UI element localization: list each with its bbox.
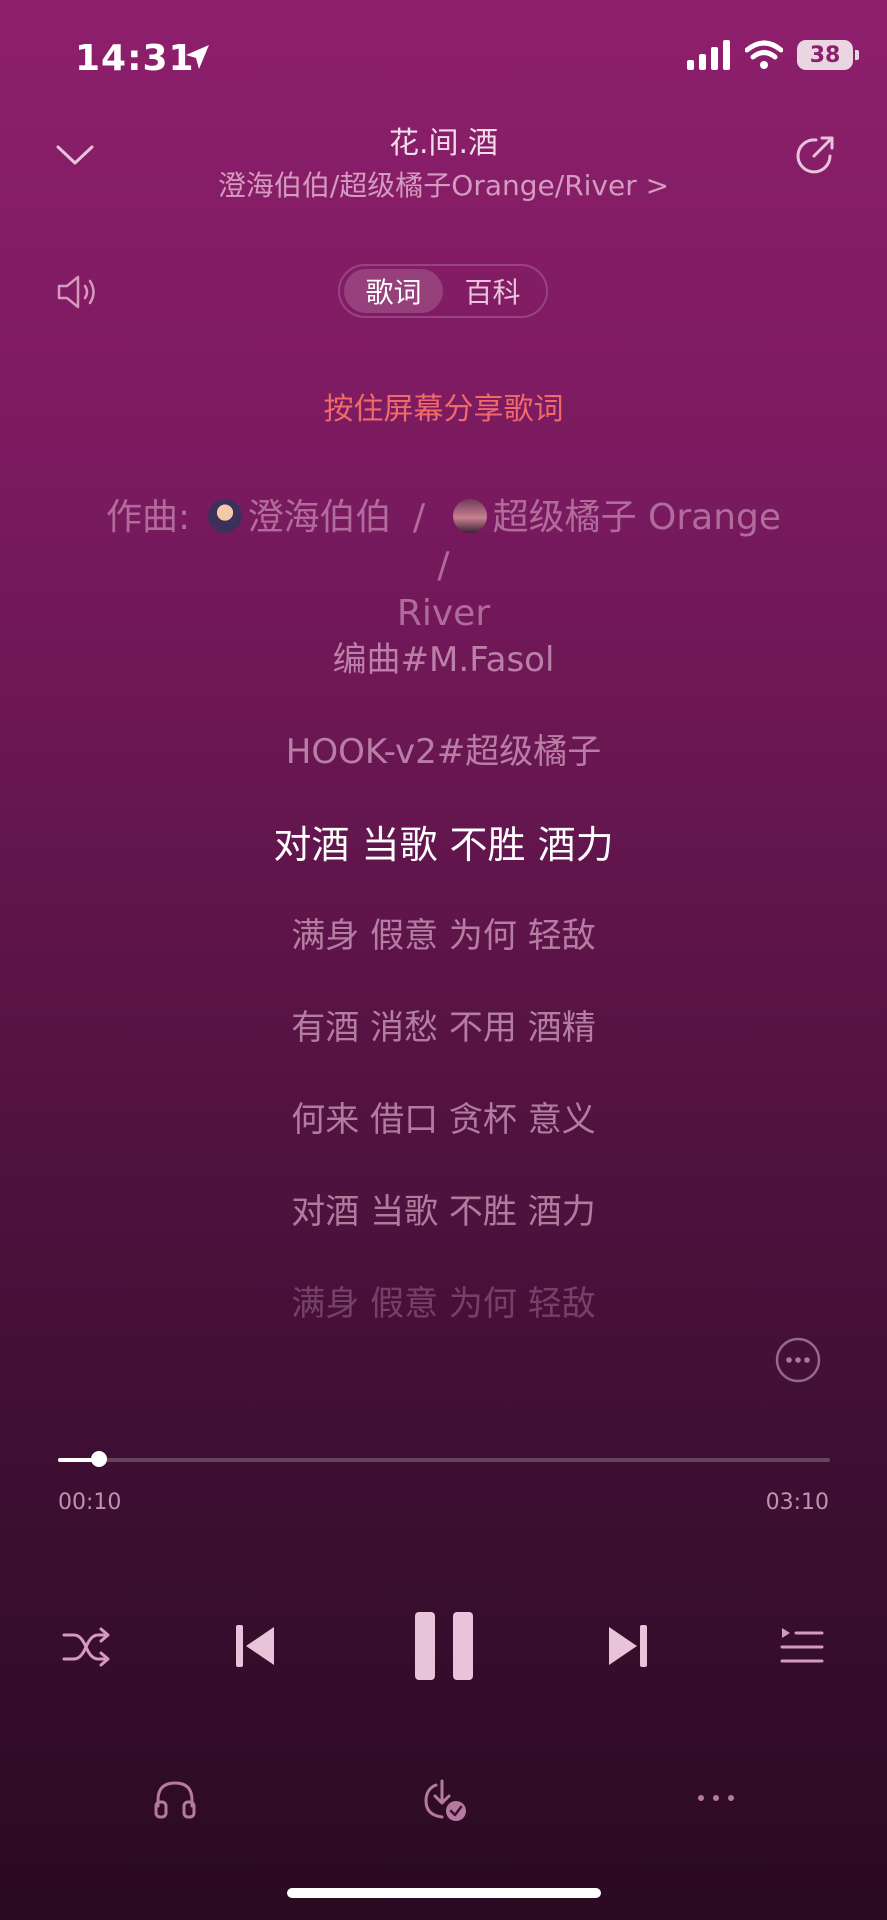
- location-icon: [186, 45, 209, 69]
- tab-wiki[interactable]: 百科: [443, 269, 542, 313]
- share-icon: [796, 136, 834, 174]
- pause-icon: [415, 1612, 473, 1680]
- song-title: 花.间.酒: [388, 126, 499, 161]
- speaker-icon: [57, 275, 95, 309]
- composer-separator: /: [437, 545, 450, 586]
- total-time: 03:10: [765, 1490, 829, 1515]
- composer-separator: /: [413, 497, 426, 538]
- composer-link[interactable]: 澄海伯伯: [248, 497, 392, 538]
- lyrics-more-button[interactable]: [774, 1336, 822, 1384]
- volume-button[interactable]: [54, 270, 104, 314]
- lyric-line[interactable]: 何来 借口 贪杯 意义: [0, 1092, 887, 1141]
- lyric-line-current[interactable]: 对酒 当歌 不胜 酒力: [0, 814, 887, 869]
- composer-link[interactable]: 超级橘子 Orange: [493, 497, 781, 538]
- signal-icon: [687, 40, 730, 70]
- more-circle-icon: [775, 1337, 821, 1383]
- playlist-icon: [780, 1628, 824, 1663]
- skip-forward-icon: [609, 1625, 647, 1667]
- wifi-icon: [745, 40, 783, 69]
- avatar: [452, 499, 487, 533]
- share-button[interactable]: [790, 130, 840, 180]
- avatar: [207, 499, 242, 533]
- lyric-line[interactable]: 满身 假意 为何 轻敌: [0, 908, 887, 957]
- download-done-icon: [424, 1779, 466, 1821]
- composer-link[interactable]: River: [397, 593, 490, 634]
- tab-lyrics[interactable]: 歌词: [344, 269, 443, 313]
- lyric-line[interactable]: 有酒 消愁 不用 酒精: [0, 1000, 887, 1049]
- more-dots-icon: [698, 1795, 734, 1801]
- status-icons: 38: [687, 40, 859, 70]
- composer-credits: 作曲: 澄海伯伯 / 超级橘子 Orange / River: [90, 494, 797, 638]
- status-time: 14:31: [75, 38, 195, 79]
- progress-knob[interactable]: [90, 1451, 107, 1467]
- headphones-icon: [154, 1781, 196, 1819]
- lyric-line[interactable]: 对酒 当歌 不胜 酒力: [0, 1184, 887, 1233]
- download-button[interactable]: [418, 1774, 472, 1826]
- shuffle-button[interactable]: [56, 1620, 116, 1674]
- lyric-line[interactable]: 编曲#M.Fasol: [0, 632, 887, 681]
- lyrics-tabs: 歌词 百科: [338, 264, 548, 318]
- elapsed-time: 00:10: [58, 1490, 122, 1515]
- more-button[interactable]: [690, 1780, 742, 1816]
- song-artist-link[interactable]: 澄海伯伯/超级橘子Orange/River >: [0, 164, 887, 204]
- lyric-line[interactable]: 满身 假意 为何 轻敌: [0, 1276, 887, 1325]
- pause-button[interactable]: [408, 1608, 480, 1684]
- battery-indicator: 38: [797, 40, 859, 70]
- next-button[interactable]: [600, 1618, 656, 1674]
- composer-prefix: 作曲:: [105, 497, 191, 538]
- sound-effects-button[interactable]: [148, 1774, 202, 1824]
- shuffle-icon: [62, 1627, 110, 1667]
- progress-bar[interactable]: [58, 1451, 830, 1467]
- skip-back-icon: [236, 1625, 274, 1667]
- playlist-button[interactable]: [772, 1620, 832, 1674]
- home-indicator: [287, 1888, 601, 1898]
- lyric-line[interactable]: HOOK-v2#超级橘子: [0, 724, 887, 773]
- previous-button[interactable]: [232, 1618, 278, 1674]
- share-lyrics-hint: 按住屏幕分享歌词: [323, 392, 564, 427]
